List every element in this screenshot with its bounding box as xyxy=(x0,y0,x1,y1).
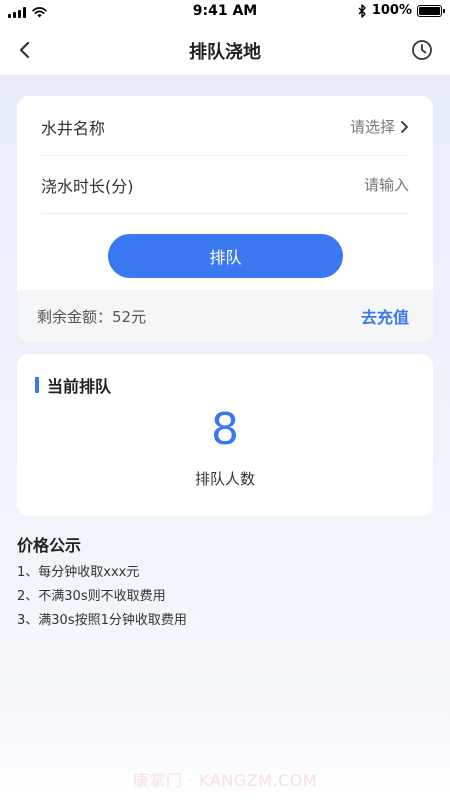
current-queue-card: 当前排队 8 排队人数 xyxy=(17,354,433,516)
queue-count-label: 排队人数 xyxy=(194,470,255,488)
title-accent-bar xyxy=(35,377,39,393)
battery-icon xyxy=(417,4,445,17)
chevron-right-icon xyxy=(401,120,408,133)
queue-button[interactable]: 排队 xyxy=(108,234,343,278)
queue-count: 8 xyxy=(211,404,239,455)
status-right: 100% xyxy=(358,3,445,18)
clock-icon[interactable] xyxy=(410,38,434,62)
bluetooth-icon xyxy=(358,3,366,18)
well-label: 水井名称 xyxy=(41,118,106,138)
well-select[interactable]: 请选择 xyxy=(350,116,409,137)
well-select-row[interactable]: 水井名称 请选择 xyxy=(41,98,409,156)
duration-label: 浇水时长(分) xyxy=(41,176,134,196)
duration-input[interactable] xyxy=(249,175,409,194)
page-title: 排队浇地 xyxy=(189,42,261,63)
queue-card-title: 当前排队 xyxy=(47,377,112,396)
price-title: 价格公示 xyxy=(17,536,82,555)
price-item: 3、满30s按照1分钟收取费用 xyxy=(17,613,187,628)
balance-bar: 剩余金额：52元 去充值 xyxy=(17,290,433,342)
recharge-link[interactable]: 去充值 xyxy=(361,304,409,328)
duration-row: 浇水时长(分) xyxy=(41,156,409,214)
battery-percent: 100% xyxy=(371,3,412,18)
queue-card-header: 当前排队 xyxy=(35,373,111,397)
well-select-value: 请选择 xyxy=(349,118,395,136)
watermark: 康掌门 · KANGZM.COM xyxy=(132,771,318,790)
queue-form-card: 水井名称 请选择 浇水时长(分) 排队 剩余金额：52元 去充值 xyxy=(17,96,433,342)
price-item: 2、不满30s则不收取费用 xyxy=(17,589,166,604)
price-list: 1、每分钟收取xxx元 2、不满30s则不收取费用 3、满30s按照1分钟收取费… xyxy=(17,562,187,634)
status-bar: 9:41 AM 100% xyxy=(0,0,450,24)
balance-text: 剩余金额：52元 xyxy=(37,307,147,326)
nav-bar: 排队浇地 xyxy=(0,24,450,76)
price-item: 1、每分钟收取xxx元 xyxy=(17,565,140,580)
